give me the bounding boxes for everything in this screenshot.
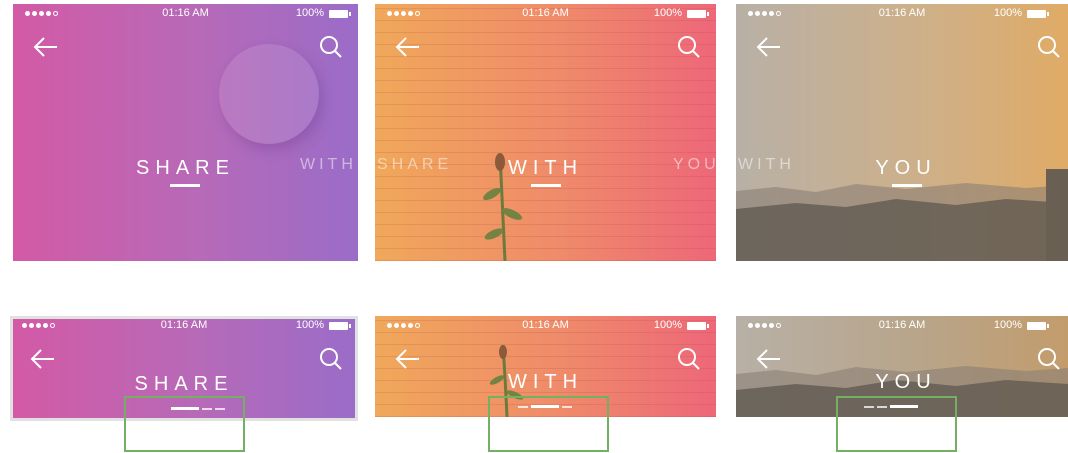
back-arrow-icon[interactable] xyxy=(31,32,61,62)
brick-wall-background xyxy=(375,4,716,261)
battery-icon xyxy=(1027,322,1049,330)
title-underline xyxy=(170,184,200,187)
back-arrow-icon[interactable] xyxy=(393,32,423,62)
search-icon[interactable] xyxy=(1036,346,1062,372)
search-icon[interactable] xyxy=(676,346,702,372)
status-bar: 01:16 AM 100% xyxy=(13,4,358,24)
search-icon[interactable] xyxy=(1036,34,1062,60)
town-landscape-decoration xyxy=(736,169,1068,261)
share-screen: 01:16 AM 100% SHARE xyxy=(13,4,358,261)
soft-circle-decoration xyxy=(219,44,319,144)
battery-icon xyxy=(687,10,709,18)
status-bar: 01:16 AM 100% xyxy=(375,316,716,336)
battery-icon xyxy=(687,322,709,330)
ghost-label-you: YOU xyxy=(673,156,716,173)
title-underline xyxy=(531,184,561,187)
back-arrow-icon[interactable] xyxy=(28,344,58,374)
onboarding-title: YOU xyxy=(875,371,937,393)
status-bar: 01:16 AM 100% xyxy=(736,4,1068,24)
back-arrow-icon[interactable] xyxy=(393,344,423,374)
status-bar: 01:16 AM 100% xyxy=(375,4,716,24)
onboarding-title: YOU xyxy=(875,157,937,179)
back-arrow-icon[interactable] xyxy=(754,32,784,62)
search-icon[interactable] xyxy=(318,346,344,372)
indicator-highlight-box xyxy=(836,396,957,452)
battery-percent: 100% xyxy=(653,7,682,19)
you-screen: 01:16 AM 100% WITH YOU xyxy=(736,4,1068,261)
indicator-highlight-box xyxy=(124,396,245,452)
battery-percent: 100% xyxy=(653,319,682,331)
battery-percent: 100% xyxy=(993,319,1022,331)
search-icon[interactable] xyxy=(318,34,344,60)
battery-percent: 100% xyxy=(993,7,1022,19)
indicator-highlight-box xyxy=(488,396,609,452)
status-bar: 01:16 AM 100% xyxy=(736,316,1068,336)
status-bar: 01:16 AM 100% xyxy=(10,316,358,336)
battery-icon xyxy=(329,10,351,18)
with-screen: 01:16 AM 100% SHARE WITH YOU xyxy=(375,4,716,261)
share-gradient-background xyxy=(13,4,358,261)
battery-icon xyxy=(1027,10,1049,18)
onboarding-title: WITH xyxy=(507,371,584,393)
ghost-label-with: WITH xyxy=(300,156,357,173)
battery-icon xyxy=(329,322,351,330)
battery-percent: 100% xyxy=(295,319,324,331)
onboarding-title: SHARE xyxy=(134,373,234,395)
battery-percent: 100% xyxy=(295,7,324,19)
title-underline xyxy=(892,184,922,187)
search-icon[interactable] xyxy=(676,34,702,60)
onboarding-title: WITH xyxy=(507,157,584,179)
back-arrow-icon[interactable] xyxy=(754,344,784,374)
